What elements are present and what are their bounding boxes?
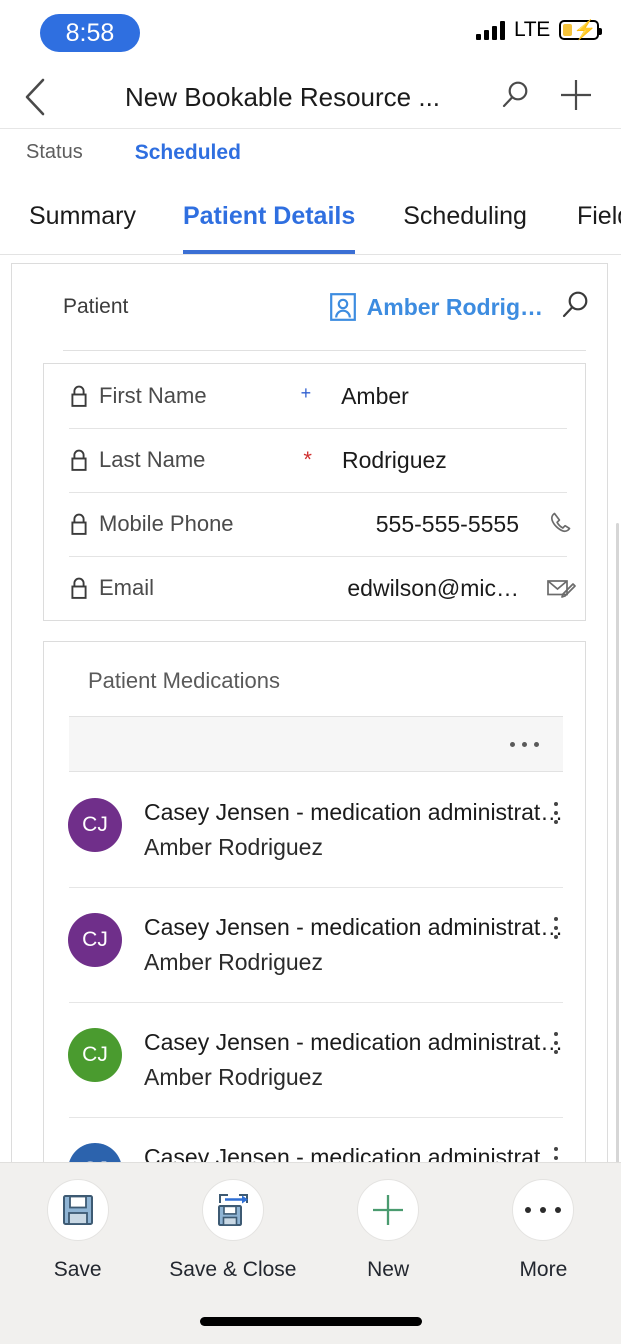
list-item-secondary-text: Amber Rodriguez bbox=[144, 1064, 323, 1090]
email-compose-button[interactable] bbox=[537, 574, 585, 602]
patient-lookup-search-button[interactable] bbox=[559, 289, 607, 326]
save-and-close-button-label: Save & Close bbox=[169, 1258, 296, 1282]
list-item[interactable]: CJ Casey Jensen - medication administrat… bbox=[44, 1117, 585, 1162]
plus-icon bbox=[370, 1192, 406, 1228]
field-value[interactable]: 555-555-5555 bbox=[376, 511, 537, 538]
patient-details-card: Patient Amber Rodrig… bbox=[11, 263, 608, 1162]
avatar: CJ bbox=[68, 913, 122, 967]
save-button[interactable]: Save bbox=[8, 1179, 148, 1282]
list-item[interactable]: CJ Casey Jensen - medication administrat… bbox=[44, 1002, 585, 1117]
required-marker: + bbox=[301, 384, 312, 402]
status-value[interactable]: Scheduled bbox=[135, 141, 241, 165]
list-item-primary-text: Casey Jensen - medication administrat… bbox=[144, 1029, 563, 1055]
kebab-menu-icon[interactable] bbox=[539, 1024, 573, 1054]
field-row-email[interactable]: Email edwilson@mic… bbox=[44, 556, 585, 620]
contact-card-icon bbox=[330, 293, 356, 321]
patient-medications-title: Patient Medications bbox=[44, 642, 585, 716]
status-bar-time: 8:58 bbox=[40, 14, 140, 52]
chevron-left-icon bbox=[22, 77, 48, 117]
field-label: First Name bbox=[99, 383, 207, 409]
search-icon bbox=[499, 79, 531, 111]
avatar: CJ bbox=[68, 798, 122, 852]
search-button[interactable] bbox=[499, 79, 531, 116]
field-row-last-name[interactable]: Last Name * Rodriguez bbox=[44, 428, 585, 492]
list-item-primary-text: Casey Jensen - medication administrat… bbox=[144, 914, 563, 940]
divider bbox=[63, 350, 586, 351]
new-button[interactable]: New bbox=[318, 1179, 458, 1282]
list-item[interactable]: CJ Casey Jensen - medication administrat… bbox=[44, 772, 585, 887]
patient-lookup-value[interactable]: Amber Rodrig… bbox=[367, 294, 543, 321]
phone-icon bbox=[547, 510, 575, 538]
field-row-mobile-phone[interactable]: Mobile Phone 555-555-5555 bbox=[44, 492, 585, 556]
vertical-scrollbar[interactable] bbox=[616, 523, 619, 1162]
lock-icon bbox=[69, 448, 89, 472]
status-bar: 8:58 LTE ⚡ bbox=[0, 0, 621, 66]
lock-icon bbox=[69, 512, 89, 536]
phone-call-button[interactable] bbox=[537, 510, 585, 538]
save-and-close-icon bbox=[215, 1192, 251, 1228]
list-item-secondary-text: Amber Rodriguez bbox=[144, 834, 323, 860]
tab-scheduling[interactable]: Scheduling bbox=[403, 178, 527, 254]
title-bar: New Bookable Resource ... bbox=[0, 66, 621, 128]
more-button-label: More bbox=[519, 1258, 567, 1282]
back-button[interactable] bbox=[0, 66, 70, 128]
list-item-primary-text: Casey Jensen - medication administrat… bbox=[144, 1144, 563, 1162]
signal-bars-icon bbox=[476, 21, 505, 40]
add-button[interactable] bbox=[559, 78, 593, 117]
form-scroll-area[interactable]: Patient Amber Rodrig… bbox=[0, 254, 621, 1162]
lock-icon bbox=[69, 576, 89, 600]
command-bar: Save Save & Close New bbox=[0, 1162, 621, 1344]
tab-bar[interactable]: Summary Patient Details Scheduling Field… bbox=[0, 178, 621, 254]
status-label: Status bbox=[26, 141, 83, 164]
save-button-label: Save bbox=[54, 1258, 102, 1282]
new-button-label: New bbox=[367, 1258, 409, 1282]
field-value[interactable]: Rodriguez bbox=[342, 447, 465, 474]
field-label: Last Name bbox=[99, 447, 205, 473]
required-marker: * bbox=[303, 449, 312, 471]
home-indicator bbox=[200, 1317, 422, 1326]
status-row: Status Scheduled bbox=[0, 128, 621, 176]
tab-patient-details[interactable]: Patient Details bbox=[183, 178, 355, 254]
lock-icon bbox=[69, 384, 89, 408]
avatar: CJ bbox=[68, 1143, 122, 1162]
battery-charging-low-power-icon: ⚡ bbox=[559, 20, 599, 40]
list-item[interactable]: CJ Casey Jensen - medication administrat… bbox=[44, 887, 585, 1002]
kebab-menu-icon[interactable] bbox=[539, 1139, 573, 1162]
kebab-menu-icon[interactable] bbox=[539, 909, 573, 939]
field-row-first-name[interactable]: First Name + Amber bbox=[44, 364, 585, 428]
patient-lookup-label: Patient bbox=[63, 295, 128, 319]
tab-field-service[interactable]: Field S bbox=[577, 178, 621, 254]
search-icon bbox=[559, 289, 591, 321]
network-type-label: LTE bbox=[514, 18, 550, 42]
ellipsis-icon bbox=[525, 1207, 561, 1213]
patient-medications-card: Patient Medications CJ Casey Jensen - me… bbox=[43, 641, 586, 1162]
field-label: Email bbox=[99, 575, 154, 601]
email-edit-icon bbox=[546, 574, 576, 602]
ellipsis-icon[interactable] bbox=[510, 742, 539, 747]
save-floppy-icon bbox=[61, 1193, 95, 1227]
field-label: Mobile Phone bbox=[99, 511, 234, 537]
list-item-secondary-text: Amber Rodriguez bbox=[144, 949, 323, 975]
save-and-close-button[interactable]: Save & Close bbox=[163, 1179, 303, 1282]
list-item-primary-text: Casey Jensen - medication administrat… bbox=[144, 799, 563, 825]
patient-lookup-row[interactable]: Patient Amber Rodrig… bbox=[12, 264, 607, 350]
page-title: New Bookable Resource ... bbox=[70, 82, 499, 113]
field-value[interactable]: edwilson@mic… bbox=[347, 575, 537, 602]
plus-icon bbox=[559, 78, 593, 112]
kebab-menu-icon[interactable] bbox=[539, 794, 573, 824]
patient-fields-group: First Name + Amber Last Name * Rodriguez bbox=[43, 363, 586, 621]
tab-summary[interactable]: Summary bbox=[29, 178, 136, 254]
medications-toolbar bbox=[69, 716, 563, 772]
avatar: CJ bbox=[68, 1028, 122, 1082]
field-value[interactable]: Amber bbox=[341, 383, 427, 410]
status-bar-indicators: LTE ⚡ bbox=[476, 18, 599, 42]
more-button[interactable]: More bbox=[473, 1179, 613, 1282]
